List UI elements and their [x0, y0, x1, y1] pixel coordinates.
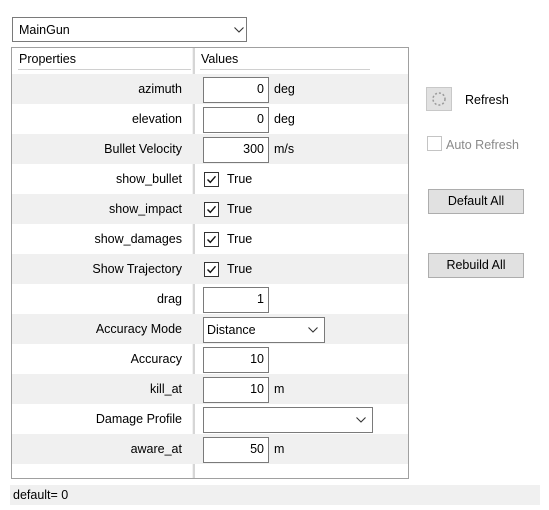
property-value-cell: Distance: [194, 314, 408, 344]
property-row[interactable]: drag 1: [12, 284, 408, 314]
property-name: Accuracy: [130, 352, 182, 366]
property-name: Show Trajectory: [92, 262, 182, 276]
refresh-button[interactable]: [426, 87, 452, 111]
property-name: kill_at: [150, 382, 182, 396]
property-name: show_damages: [94, 232, 182, 246]
header-underline: [18, 69, 191, 70]
auto-refresh-label[interactable]: Auto Refresh: [446, 138, 519, 152]
property-value-cell: 1: [194, 284, 408, 314]
header-underline: [200, 69, 370, 70]
header-values: Values: [201, 52, 239, 66]
property-value-cell: True: [194, 254, 408, 284]
property-row[interactable]: Show Trajectory True: [12, 254, 408, 284]
property-row[interactable]: show_damages True: [12, 224, 408, 254]
property-name: Accuracy Mode: [95, 322, 182, 336]
number-field[interactable]: 300: [203, 137, 269, 163]
checkbox[interactable]: [204, 232, 219, 247]
auto-refresh-checkbox[interactable]: [427, 136, 442, 151]
property-name: Damage Profile: [95, 412, 182, 426]
unit-label: m/s: [274, 142, 295, 156]
chevron-down-icon: [308, 327, 318, 333]
property-value-cell: True: [194, 194, 408, 224]
checkbox[interactable]: [204, 262, 219, 277]
property-row[interactable]: elevation 0 deg: [12, 104, 408, 134]
dropdown[interactable]: Distance: [203, 317, 325, 343]
property-row[interactable]: show_bullet True: [12, 164, 408, 194]
spinner-icon: [432, 92, 446, 106]
header-properties: Properties: [19, 52, 76, 66]
property-name: show_bullet: [115, 172, 182, 186]
property-name: Bullet Velocity: [104, 142, 182, 156]
property-value-cell: True: [194, 224, 408, 254]
checkbox-label[interactable]: True: [227, 232, 252, 246]
number-field[interactable]: 0: [203, 77, 269, 103]
dropdown[interactable]: [203, 407, 373, 433]
number-field[interactable]: 0: [203, 107, 269, 133]
dropdown-value: Distance: [207, 323, 256, 337]
property-name: show_impact: [109, 202, 182, 216]
default-all-button[interactable]: Default All: [428, 189, 524, 214]
property-row[interactable]: Damage Profile: [12, 404, 408, 434]
number-field[interactable]: 50: [203, 437, 269, 463]
property-value-cell: 10 m: [194, 374, 408, 404]
chevron-down-icon: [234, 27, 244, 33]
unit-label: deg: [274, 112, 295, 126]
property-name: elevation: [131, 112, 182, 126]
property-grid: Properties Values azimuth 0 deg elevation 0 d…: [11, 47, 409, 479]
unit-label: m: [274, 382, 285, 396]
checkbox-label[interactable]: True: [227, 172, 252, 186]
status-text: default= 0: [13, 488, 69, 502]
property-value-cell: 50 m: [194, 434, 408, 464]
unit-label: deg: [274, 82, 295, 96]
property-row[interactable]: Accuracy 10: [12, 344, 408, 374]
property-value-cell: 300 m/s: [194, 134, 408, 164]
unit-label: m: [274, 442, 285, 456]
property-name: azimuth: [138, 82, 182, 96]
object-select-value: MainGun: [19, 23, 70, 37]
property-row[interactable]: azimuth 0 deg: [12, 74, 408, 104]
property-row[interactable]: Accuracy Mode Distance: [12, 314, 408, 344]
property-name: drag: [156, 292, 182, 306]
property-row[interactable]: show_impact True: [12, 194, 408, 224]
property-row[interactable]: kill_at 10 m: [12, 374, 408, 404]
property-value-cell: 0 deg: [194, 104, 408, 134]
property-value-cell: 0 deg: [194, 74, 408, 104]
property-name: aware_at: [130, 442, 182, 456]
property-value-cell: 10: [194, 344, 408, 374]
refresh-label[interactable]: Refresh: [465, 93, 509, 107]
number-field[interactable]: 10: [203, 377, 269, 403]
property-value-cell: True: [194, 164, 408, 194]
checkbox-label[interactable]: True: [227, 202, 252, 216]
property-row[interactable]: Bullet Velocity 300 m/s: [12, 134, 408, 164]
number-field[interactable]: 10: [203, 347, 269, 373]
checkbox[interactable]: [204, 202, 219, 217]
property-value-cell: [194, 404, 408, 434]
checkbox[interactable]: [204, 172, 219, 187]
object-select[interactable]: MainGun: [12, 17, 247, 42]
rebuild-all-button[interactable]: Rebuild All: [428, 253, 524, 278]
property-row[interactable]: aware_at 50 m: [12, 434, 408, 464]
status-bar: default= 0: [10, 485, 540, 505]
number-field[interactable]: 1: [203, 287, 269, 313]
chevron-down-icon: [356, 417, 366, 423]
checkbox-label[interactable]: True: [227, 262, 252, 276]
